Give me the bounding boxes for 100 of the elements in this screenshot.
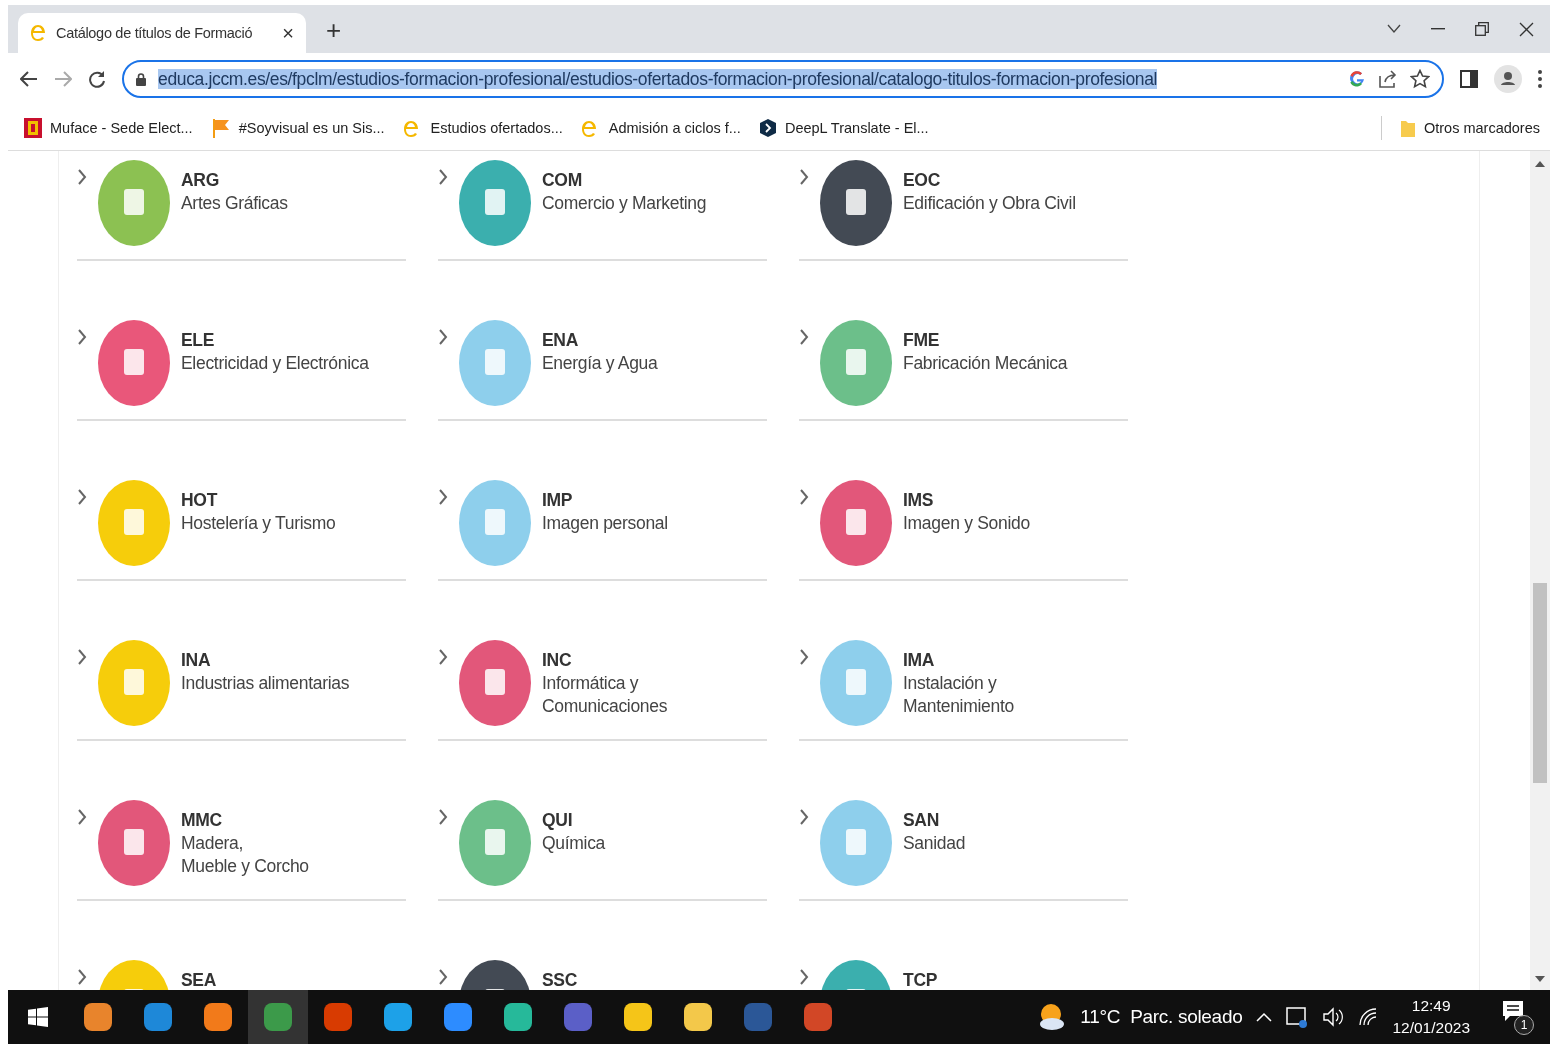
family-link[interactable]: ELE Electricidad y Electrónica xyxy=(77,319,406,421)
family-link[interactable]: COM Comercio y Marketing xyxy=(438,159,767,261)
family-code: COM xyxy=(542,169,583,192)
star-icon[interactable] xyxy=(1410,69,1430,89)
back-arrow-icon[interactable] xyxy=(20,71,38,87)
family-link[interactable]: QUI Química xyxy=(438,799,767,901)
address-bar[interactable]: educa.jccm.es/es/fpclm/estudios-formacion-profesional/estudios-ofertados-formacion-profesional/catalogo-titulos-formacion-profesional xyxy=(122,60,1444,98)
message-icon xyxy=(1502,999,1524,1022)
circle-icon xyxy=(97,479,171,567)
shield-icon xyxy=(758,117,777,138)
chevron-right-icon xyxy=(438,969,448,985)
family-link[interactable]: ARG Artes Gráficas xyxy=(77,159,406,261)
url-text: educa.jccm.es/es/fpclm/estudios-formacion-profesional/estudios-ofertados-formacion-profesional/catalogo-titulos-formacion-profesional xyxy=(158,68,1158,89)
emblem-icon xyxy=(24,117,42,138)
family-code: SAN xyxy=(903,809,941,832)
clock-time: 12:49 xyxy=(1411,997,1451,1015)
bookmark-label: Estudios ofertados... xyxy=(430,119,563,136)
family-link[interactable]: EOC Edificación y Obra Civil xyxy=(799,159,1128,261)
minimize-icon[interactable] xyxy=(1431,28,1445,30)
bookmark[interactable]: Admisión a ciclos f... xyxy=(580,117,741,138)
family-name: Edificación y Obra Civil xyxy=(903,192,1076,215)
family-name: Electricidad y Electrónica xyxy=(181,352,369,375)
family-link[interactable]: MMC Madera, Mueble y Corcho xyxy=(77,799,406,901)
family-code: IMS xyxy=(903,489,935,512)
app-icon xyxy=(203,1002,233,1032)
family-name: Energía y Agua xyxy=(542,352,658,375)
sync-icon[interactable] xyxy=(1286,1006,1309,1028)
scroll-up-icon[interactable] xyxy=(1535,161,1545,167)
app-icon xyxy=(443,1002,473,1032)
notification-count: 1 xyxy=(1514,1014,1534,1035)
family-link[interactable]: IMP Imagen personal xyxy=(438,479,767,581)
circle-icon xyxy=(458,319,532,407)
family-link[interactable]: IMA Instalación y Mantenimiento xyxy=(799,639,1128,741)
family-name: Comercio y Marketing xyxy=(542,192,707,215)
app-icon xyxy=(803,1002,833,1032)
family-name: Instalación y Mantenimiento xyxy=(903,672,1014,718)
family-code: SSC xyxy=(542,969,578,990)
family-code: TCP xyxy=(903,969,938,990)
family-code: ENA xyxy=(542,329,580,352)
wifi-icon[interactable] xyxy=(1358,1007,1379,1027)
chevron-right-icon xyxy=(77,809,87,825)
other-bookmarks[interactable]: Otros marcadores xyxy=(1399,117,1540,138)
family-link[interactable]: HOT Hostelería y Turismo xyxy=(77,479,406,581)
family-link[interactable]: INA Industrias alimentarias xyxy=(77,639,406,741)
family-link[interactable]: IMS Imagen y Sonido xyxy=(799,479,1128,581)
reload-icon[interactable] xyxy=(88,70,106,88)
family-code: EOC xyxy=(903,169,942,192)
app-icon xyxy=(143,1002,173,1032)
profile-avatar-icon[interactable] xyxy=(1494,65,1522,93)
family-name: Fabricación Mecánica xyxy=(903,352,1068,375)
scroll-down-icon[interactable] xyxy=(1535,976,1545,982)
bookmark-label: DeepL Translate - El... xyxy=(784,119,929,136)
notifications-button[interactable]: 1 xyxy=(1502,999,1534,1035)
circle-icon xyxy=(458,639,532,727)
speaker-icon[interactable] xyxy=(1322,1007,1345,1027)
circle-icon xyxy=(97,639,171,727)
scrollbar-thumb[interactable] xyxy=(1533,583,1547,783)
family-link[interactable]: FME Fabricación Mecánica xyxy=(799,319,1128,421)
tab-title: Catálogo de títulos de Formació xyxy=(56,25,254,41)
share-icon[interactable] xyxy=(1378,70,1398,88)
family-link[interactable]: ENA Energía y Agua xyxy=(438,319,767,421)
app-icon xyxy=(623,1002,653,1032)
family-code: HOT xyxy=(181,489,219,512)
side-panel-icon[interactable] xyxy=(1460,70,1478,88)
app-icon xyxy=(503,1002,533,1032)
bookmark-label: Admisión a ciclos f... xyxy=(608,119,741,136)
chevron-right-icon xyxy=(438,809,448,825)
new-tab-button[interactable]: + xyxy=(320,14,348,47)
app-icon xyxy=(683,1002,713,1032)
family-name: Industrias alimentarias xyxy=(181,672,350,695)
close-tab-button[interactable]: × xyxy=(280,21,296,45)
chevron-right-icon xyxy=(77,489,87,505)
chevron-right-icon xyxy=(438,489,448,505)
chevron-right-icon xyxy=(799,809,809,825)
family-code: INC xyxy=(542,649,573,672)
chevron-down-icon[interactable] xyxy=(1387,24,1401,34)
family-name: Madera, Mueble y Corcho xyxy=(181,832,309,878)
bookmark[interactable]: DeepL Translate - El... xyxy=(758,117,929,138)
family-name: Artes Gráficas xyxy=(181,192,288,215)
windows-logo-icon xyxy=(28,1007,48,1027)
more-menu-icon[interactable] xyxy=(1538,70,1542,88)
family-code: FME xyxy=(903,329,941,352)
bookmark[interactable]: Muface - Sede Elect... xyxy=(24,117,193,138)
scrollbar[interactable] xyxy=(1530,151,1550,990)
browser-tab[interactable]: Catálogo de títulos de Formació × xyxy=(18,13,306,53)
chevron-up-icon[interactable] xyxy=(1256,1012,1273,1022)
circle-icon xyxy=(97,159,171,247)
bookmark[interactable]: #Soyvisual es un Sis... xyxy=(210,117,385,138)
google-g-icon[interactable] xyxy=(1348,70,1366,88)
bookmark-label: Muface - Sede Elect... xyxy=(50,119,193,136)
flag-icon xyxy=(210,117,231,138)
bookmark[interactable]: Estudios ofertados... xyxy=(402,117,563,138)
restore-icon[interactable] xyxy=(1475,22,1489,36)
family-code: ELE xyxy=(181,329,216,352)
close-icon[interactable] xyxy=(1519,21,1534,37)
circle-icon xyxy=(819,479,893,567)
family-code: IMA xyxy=(903,649,936,672)
clock-date: 12/01/2023 xyxy=(1392,1019,1470,1037)
family-link[interactable]: SAN Sanidad xyxy=(799,799,1128,901)
family-link[interactable]: INC Informática y Comunicaciones xyxy=(438,639,767,741)
